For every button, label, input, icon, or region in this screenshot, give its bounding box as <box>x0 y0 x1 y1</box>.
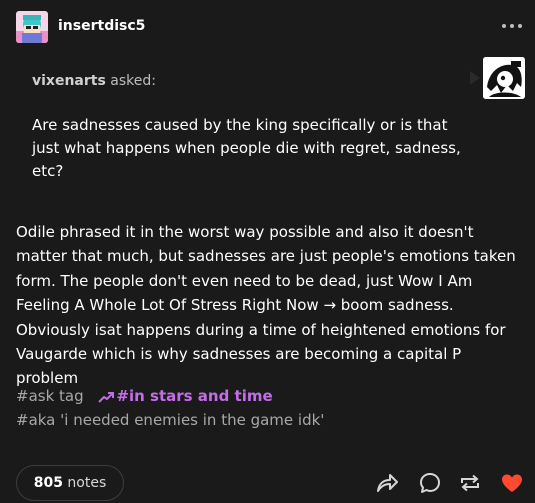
reblog-icon <box>461 474 479 492</box>
ask-bubble-tail <box>470 71 480 85</box>
asker-name[interactable]: vixenarts <box>32 73 106 89</box>
tag-in-stars-and-time[interactable]: #in stars and time <box>116 387 272 405</box>
notes-label: notes <box>67 475 107 491</box>
notes-count: 805 <box>33 475 63 491</box>
post-body: Odile phrased it in the worst way possib… <box>16 223 516 388</box>
more-dot <box>510 24 514 28</box>
blog-name[interactable]: insertdisc5 <box>58 18 145 34</box>
blog-avatar[interactable] <box>16 11 48 43</box>
reply-button[interactable] <box>417 470 443 496</box>
trending-icon <box>98 387 115 409</box>
share-button[interactable] <box>374 470 400 496</box>
more-dot <box>518 24 522 28</box>
asked-label: asked: <box>110 73 156 89</box>
post-card: insertdisc5 vixenarts asked: Are sadness… <box>0 0 535 503</box>
ask-header: vixenarts asked: <box>32 73 156 89</box>
tag-list: #ask tag #in stars and time #aka 'i need… <box>16 385 521 431</box>
more-options-button[interactable] <box>500 16 524 36</box>
tag-ask-tag[interactable]: #ask tag <box>16 387 84 405</box>
like-button[interactable] <box>499 470 525 496</box>
notes-button[interactable]: 805 notes <box>16 465 124 501</box>
ask-question: Are sadnesses caused by the king specifi… <box>32 116 461 180</box>
reblog-button[interactable] <box>457 470 483 496</box>
share-icon <box>377 474 398 492</box>
heart-icon <box>502 474 522 492</box>
reply-icon <box>420 473 440 493</box>
asker-avatar[interactable] <box>483 57 525 99</box>
more-horizontal-icon <box>502 24 506 28</box>
tag-aka[interactable]: #aka 'i needed enemies in the game idk' <box>16 411 324 429</box>
